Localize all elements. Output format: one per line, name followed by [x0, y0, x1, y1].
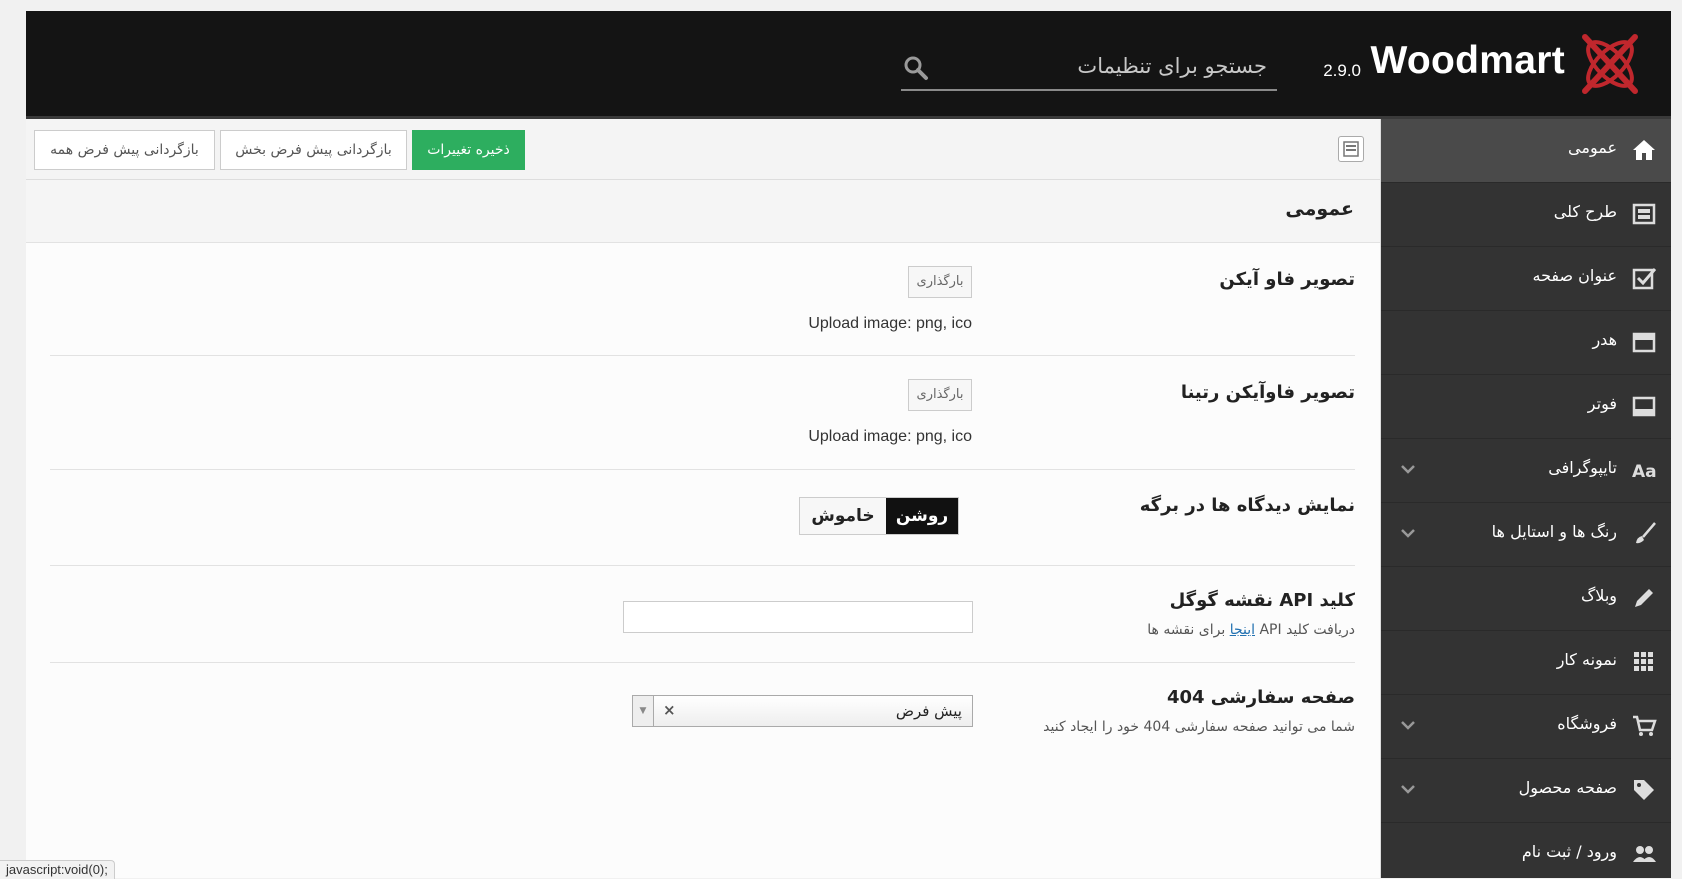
svg-text:Aa: Aa	[1632, 462, 1657, 482]
header-icon	[1632, 332, 1656, 353]
field-title: نمایش دیدگاه ها در برگه	[1139, 495, 1355, 516]
clear-selection-icon[interactable]: ×	[663, 701, 676, 719]
upload-hint: Upload image: png, ico	[808, 428, 972, 445]
sidebar-item-page-title[interactable]: عنوان صفحه	[1380, 247, 1671, 311]
field-google-map-api: کلید API نقشه گوگل دریافت کلید API اینجا…	[50, 566, 1355, 663]
typography-icon: Aa	[1632, 462, 1657, 482]
api-key-link[interactable]: اینجا	[1230, 622, 1255, 638]
chevron-down-icon[interactable]	[1400, 527, 1416, 539]
comments-toggle[interactable]: روشن خاموش	[799, 497, 959, 535]
grid-icon	[1634, 652, 1653, 671]
chevron-down-icon[interactable]	[1400, 463, 1416, 475]
sidebar-item-label: عنوان صفحه	[1532, 266, 1617, 285]
search-icon[interactable]	[903, 55, 929, 81]
woodmart-logo-icon	[1582, 34, 1638, 94]
chevron-down-icon[interactable]	[1400, 719, 1416, 731]
sidebar-item-portfolio[interactable]: نمونه کار	[1380, 631, 1671, 695]
sidebar-item-shop[interactable]: فروشگاه	[1380, 695, 1671, 759]
sidebar-item-blog[interactable]: وبلاگ	[1380, 567, 1671, 631]
field-title: کلید API نقشه گوگل	[1169, 590, 1355, 611]
select-value: پیش فرض	[895, 702, 962, 720]
section-header: عمومی	[26, 180, 1380, 243]
settings-content: بازگردانی پیش فرض همه بازگردانی پیش فرض …	[26, 119, 1381, 878]
field-custom-404: صفحه سفارشی 404 شما می توانید صفحه سفارش…	[50, 663, 1355, 773]
layout-icon	[1632, 203, 1656, 225]
sidebar-item-header[interactable]: هدر	[1380, 311, 1671, 375]
expand-view-icon[interactable]	[1338, 136, 1364, 162]
sidebar-item-label: فوتر	[1587, 394, 1617, 413]
sidebar-item-colors-styles[interactable]: رنگ ها و استایل ها	[1380, 503, 1671, 567]
field-title: تصویر فاوآیکن رتینا	[1180, 382, 1355, 403]
footer-icon	[1632, 396, 1656, 417]
field-page-comments: نمایش دیدگاه ها در برگه روشن خاموش	[50, 470, 1355, 566]
brush-icon	[1636, 522, 1656, 544]
sidebar-item-label: رنگ ها و استایل ها	[1491, 522, 1617, 541]
save-button[interactable]: ذخیره تغییرات	[412, 130, 525, 170]
desc-text: دریافت کلید API	[1255, 622, 1355, 638]
field-favicon-retina: تصویر فاوآیکن رتینا بارگذاری Upload imag…	[50, 356, 1355, 470]
field-title: تصویر فاو آیکن	[1219, 269, 1355, 290]
sidebar-item-typography[interactable]: Aa تایپوگرافی	[1380, 439, 1671, 503]
sidebar-item-label: فروشگاه	[1557, 714, 1617, 733]
sidebar-nav: عمومی طرح کلی عنوان صفحه هدر فوتر Aa تای…	[1380, 119, 1671, 878]
field-description: شما می توانید صفحه سفارشی 404 خود را ایج…	[1043, 719, 1355, 735]
tag-icon	[1634, 780, 1654, 800]
sidebar-item-label: صفحه محصول	[1518, 778, 1617, 797]
sidebar-item-label: ورود / ثبت نام	[1521, 842, 1617, 861]
page-404-select[interactable]: پیش فرض × ▼	[632, 695, 973, 727]
sidebar-item-general[interactable]: عمومی	[1380, 119, 1671, 183]
options-panel: Woodmart 2.9.0 عمومی طرح کلی عنوان صفحه …	[26, 11, 1671, 878]
field-title: صفحه سفارشی 404	[1166, 687, 1355, 708]
settings-search	[901, 45, 1277, 91]
pencil-icon	[1635, 589, 1653, 607]
field-description: دریافت کلید API اینجا برای نقشه ها	[1147, 622, 1355, 638]
section-title: عمومی	[1285, 198, 1354, 220]
toggle-on-option[interactable]: روشن	[886, 498, 958, 534]
users-icon	[1633, 846, 1656, 862]
upload-button[interactable]: بارگذاری	[908, 266, 972, 298]
sidebar-item-label: طرح کلی	[1553, 202, 1617, 221]
upload-hint: Upload image: png, ico	[808, 315, 972, 332]
brand-name: Woodmart	[1370, 39, 1565, 82]
home-icon	[1633, 140, 1655, 160]
sidebar-item-footer[interactable]: فوتر	[1380, 375, 1671, 439]
top-header: Woodmart 2.9.0	[26, 11, 1671, 119]
sidebar-item-label: هدر	[1592, 330, 1617, 349]
chevron-down-icon[interactable]	[1400, 783, 1416, 795]
version-label: 2.9.0	[1323, 61, 1361, 80]
sidebar-item-product-page[interactable]: صفحه محصول	[1380, 759, 1671, 823]
sidebar-item-login-register[interactable]: ورود / ثبت نام	[1380, 823, 1671, 878]
cart-icon	[1633, 715, 1657, 736]
toggle-off-option[interactable]: خاموش	[800, 498, 886, 534]
action-toolbar: بازگردانی پیش فرض همه بازگردانی پیش فرض …	[26, 119, 1380, 180]
checkbox-icon	[1632, 268, 1657, 290]
sidebar-item-layout[interactable]: طرح کلی	[1380, 183, 1671, 247]
sidebar-item-label: نمونه کار	[1556, 650, 1617, 669]
browser-status-bar: javascript:void(0);	[0, 860, 115, 879]
reset-all-button[interactable]: بازگردانی پیش فرض همه	[34, 130, 215, 170]
sidebar-item-label: وبلاگ	[1580, 586, 1617, 605]
api-key-input[interactable]	[623, 601, 973, 633]
sidebar-item-label: عمومی	[1568, 138, 1617, 157]
dropdown-arrow-icon[interactable]: ▼	[633, 696, 654, 726]
reset-section-button[interactable]: بازگردانی پیش فرض بخش	[220, 130, 407, 170]
search-input[interactable]	[945, 45, 1269, 87]
sidebar-item-label: تایپوگرافی	[1548, 458, 1617, 477]
upload-button[interactable]: بارگذاری	[908, 379, 972, 411]
desc-text: برای نقشه ها	[1147, 622, 1230, 638]
field-favicon: تصویر فاو آیکن بارگذاری Upload image: pn…	[50, 243, 1355, 356]
